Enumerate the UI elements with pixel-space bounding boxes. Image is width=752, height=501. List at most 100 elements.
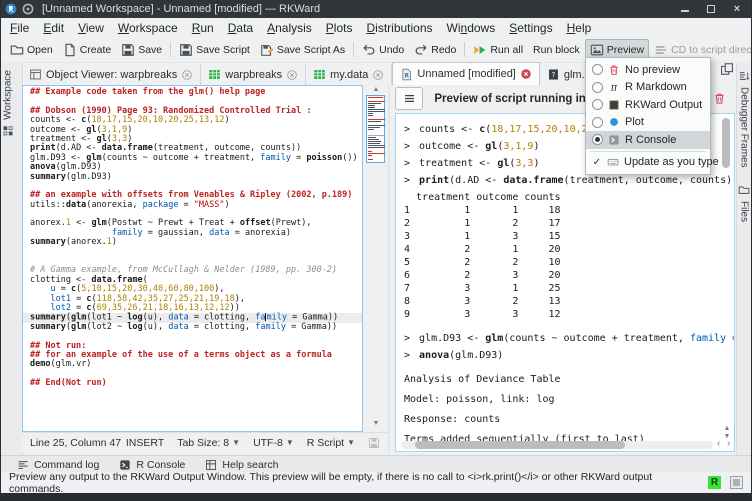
menu-plots[interactable]: Plots: [319, 20, 360, 36]
r-script-icon: R: [400, 68, 413, 81]
menu-settings[interactable]: Settings: [502, 20, 559, 36]
detach-view-button[interactable]: [717, 62, 737, 85]
menu-file[interactable]: File: [3, 20, 36, 36]
code-minimap[interactable]: [366, 95, 385, 163]
scroll-up-icon[interactable]: ▲: [364, 85, 388, 94]
side-tab-workspace[interactable]: Workspace: [1, 62, 15, 145]
console-gap: [404, 426, 734, 433]
maximize-icon[interactable]: [706, 4, 716, 14]
activities-icon[interactable]: [22, 3, 34, 15]
cursor-position: Line 25, Column 47: [30, 437, 121, 449]
document-tab-warpbreaks[interactable]: warpbreaks: [201, 64, 306, 85]
delete-preview-icon[interactable]: [713, 92, 726, 105]
menu-item-no-preview[interactable]: No preview: [586, 61, 710, 79]
tool-tab-r-console[interactable]: R Console: [119, 459, 185, 471]
cd-dir-icon: [654, 43, 668, 57]
console-output: Response: counts: [404, 413, 734, 426]
menu-item-plot[interactable]: Plot: [586, 114, 710, 132]
keyboard-icon: [607, 156, 619, 168]
minimap-line: [368, 127, 380, 128]
scrollbar-thumb[interactable]: [415, 441, 625, 449]
menu-distributions[interactable]: Distributions: [359, 20, 439, 36]
input-mode[interactable]: INSERT: [126, 437, 164, 449]
toolbar-button-label: Preview: [607, 44, 644, 56]
debugger-icon: [738, 70, 750, 82]
menu-edit[interactable]: Edit: [36, 20, 71, 36]
chevron-down-icon: ▼: [286, 438, 294, 447]
menu-item-r-markdown[interactable]: πR Markdown: [586, 79, 710, 97]
preview-menu-button[interactable]: [395, 87, 423, 110]
menu-item-label: R Console: [625, 134, 676, 146]
document-tab-unnamed-modified[interactable]: RUnnamed [modified]: [392, 62, 539, 85]
pi-icon: π: [608, 81, 620, 93]
minimap-line: [368, 113, 373, 114]
toolbar-separator: [353, 42, 354, 57]
menu-run[interactable]: Run: [185, 20, 221, 36]
close-tab-icon[interactable]: [520, 68, 532, 80]
scroll-up-icon[interactable]: ▲: [722, 425, 732, 432]
menu-item-label: No preview: [625, 64, 680, 76]
toolbar-button-open[interactable]: Open: [5, 39, 58, 61]
minimap-line: [368, 107, 375, 108]
console-output: 6 2 3 20: [404, 269, 734, 282]
status-message: Preview any output to the RKWard Output …: [9, 471, 708, 495]
console-prompt: >: [404, 333, 410, 344]
minimize-icon[interactable]: [680, 4, 690, 14]
close-tab-icon[interactable]: [181, 69, 193, 81]
console-output: 3 1 3 15: [404, 230, 734, 243]
svg-text:?: ?: [552, 71, 556, 79]
menu-data[interactable]: Data: [221, 20, 260, 36]
close-tab-icon[interactable]: [286, 69, 298, 81]
scroll-right-icon[interactable]: ›: [727, 438, 730, 449]
toolbar-button-save-script[interactable]: Save Script: [174, 39, 255, 61]
toolbar-button-run-block[interactable]: Run block: [528, 40, 585, 60]
menu-item-rkward-output[interactable]: RKWard Output: [586, 96, 710, 114]
horizontal-scrollbar[interactable]: [401, 441, 713, 449]
menu-item-label: RKWard Output: [625, 99, 702, 111]
close-icon[interactable]: ×: [732, 4, 742, 14]
toolbar-button-label: Run block: [533, 44, 580, 56]
toolbar-button-save-script-as[interactable]: Save Script As: [255, 39, 350, 61]
toolbar-separator: [170, 42, 171, 57]
menu-help[interactable]: Help: [560, 20, 599, 36]
encoding-combo[interactable]: UTF-8▼: [253, 437, 294, 449]
editor-scrollbar-minimap[interactable]: ▲ ▼: [364, 85, 388, 432]
document-tab-my-data[interactable]: my.data: [306, 64, 392, 85]
floppy-edit-icon: [260, 43, 274, 57]
menu-item-update-as-you-type[interactable]: ✓Update as you type: [586, 154, 710, 172]
minimap-line: [368, 121, 381, 122]
folder-icon: [10, 43, 24, 57]
menu-workspace[interactable]: Workspace: [111, 20, 185, 36]
tool-tab-help-search[interactable]: Help search: [205, 459, 278, 471]
toolbar-button-run-all[interactable]: Run all: [468, 39, 528, 61]
toolbar-button-save[interactable]: Save: [116, 39, 167, 61]
tool-tab-command-log[interactable]: Command log: [17, 459, 99, 471]
menu-separator: [590, 151, 706, 152]
console-output: 8 3 2 13: [404, 295, 734, 308]
console-output: Model: poisson, link: log: [404, 393, 734, 406]
pane-splitter[interactable]: [388, 85, 390, 452]
filetype-combo[interactable]: R Script▼: [307, 437, 355, 449]
save-status-icon: [368, 437, 380, 449]
toolbar-button-redo[interactable]: Redo: [409, 39, 461, 61]
toolbar-button-label: Open: [27, 44, 53, 56]
side-tab-debugger-frames[interactable]: Debugger Frames: [737, 62, 751, 176]
toolbar-button-create[interactable]: Create: [58, 39, 117, 61]
toolbar-button-label: Redo: [431, 44, 456, 56]
menu-analysis[interactable]: Analysis: [260, 20, 319, 36]
close-tab-icon[interactable]: [372, 69, 384, 81]
scroll-down-icon[interactable]: ▼: [364, 419, 388, 428]
document-tab-object-viewer-warpbreaks[interactable]: Object Viewer: warpbreaks: [22, 64, 201, 85]
scroll-left-icon[interactable]: ‹: [717, 438, 720, 449]
toolbar-button-undo[interactable]: Undo: [357, 39, 409, 61]
code-line: summary(glm(lot2 ~ log(u), data = clotti…: [30, 323, 362, 332]
menu-item-r-console[interactable]: R Console: [586, 131, 710, 149]
tab-size-combo[interactable]: Tab Size: 8▼: [177, 437, 240, 449]
script-editor[interactable]: ## Example code taken from the glm() hel…: [22, 85, 363, 432]
menu-windows[interactable]: Windows: [440, 20, 503, 36]
side-tab-files[interactable]: Files: [737, 176, 751, 230]
vertical-scrollbar[interactable]: [722, 118, 730, 168]
code-line: ## Example code taken from the glm() hel…: [30, 88, 362, 97]
menu-view[interactable]: View: [71, 20, 111, 36]
minimap-line: [368, 125, 385, 126]
